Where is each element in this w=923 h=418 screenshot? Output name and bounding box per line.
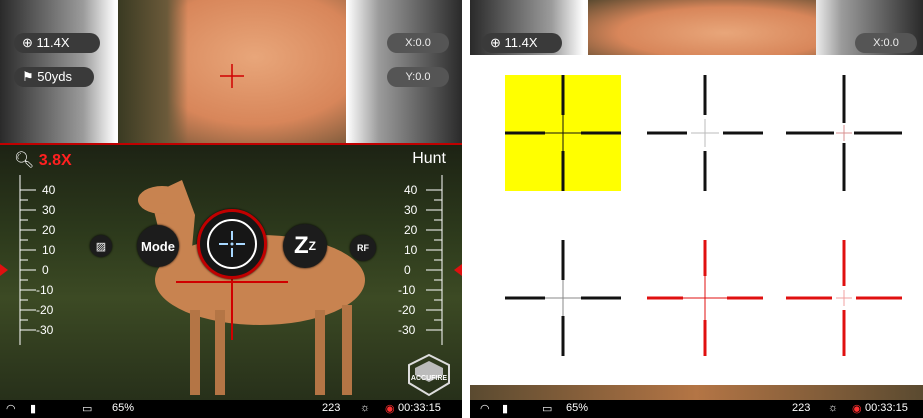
reticle-option-5[interactable] [647, 240, 763, 356]
status-count: 223 [792, 402, 811, 414]
zoom-view [588, 0, 816, 55]
scale-label: 40 [42, 183, 56, 197]
record-time: 00:33:15 [398, 402, 441, 414]
distance-label: 50yds [37, 69, 72, 84]
magnification-value: 3.8X [38, 152, 72, 169]
rangefinder-button[interactable]: RF [350, 235, 376, 261]
crosshair-icon [219, 231, 245, 257]
reticle-option-6[interactable] [786, 240, 902, 356]
zoom-crosshair [220, 64, 244, 88]
scale-label: 20 [42, 223, 56, 237]
battery-icon: ▭ [82, 403, 93, 415]
zoom-label: 11.4X [36, 35, 70, 50]
scale-label: 0 [404, 263, 411, 277]
magnification-readout: 🔍︎ 3.8X [14, 150, 72, 170]
sd-card-icon: ▮ [30, 403, 37, 415]
x-offset-pill: X:0.0 [387, 33, 449, 53]
zoom-label: 11.4X [504, 35, 538, 50]
scale-label: 30 [42, 203, 56, 217]
magnify-icon: ⊕ [490, 35, 501, 50]
reticle-option-4[interactable] [505, 240, 621, 356]
scale-label: 0 [42, 263, 49, 277]
right-zero-marker [454, 264, 462, 276]
brightness-icon: ☼ [828, 402, 839, 414]
battery-icon: ▭ [542, 403, 553, 415]
scale-label: -10 [398, 283, 416, 297]
scale-label: 40 [404, 183, 418, 197]
status-bar: ◠ ▮ ▭ 65% 223 ☼ ◉ 00:33:15 [0, 400, 462, 418]
sleep-button[interactable]: ZZ [283, 224, 327, 268]
logo-text: ACCUFIRE [410, 375, 448, 382]
zoom-view [118, 0, 346, 143]
scale-label: 10 [42, 243, 56, 257]
wifi-icon: ◠ [480, 403, 490, 415]
main-view-screen: ⊕ 11.4X ⚑ 50yds X:0.0 Y:0.0 🔍︎ 3.8X Hunt [0, 0, 462, 418]
reticle-option-1[interactable] [505, 75, 621, 191]
record-time: 00:33:15 [865, 402, 908, 414]
scale-label: -20 [398, 303, 416, 317]
record-icon: ◉ [852, 403, 862, 415]
scale-label: 20 [404, 223, 418, 237]
flag-icon: ⚑ [22, 69, 34, 84]
left-elevation-scale [14, 175, 54, 345]
scale-label: -30 [36, 323, 54, 337]
mode-name: Hunt [412, 150, 446, 167]
image-icon: ▨ [95, 240, 107, 253]
sleep-label: Z [293, 232, 309, 259]
wifi-icon: ◠ [6, 403, 16, 415]
status-bar: ◠ ▮ ▭ 65% 223 ☼ ◉ 00:33:15 [470, 400, 923, 418]
distance-pill: ⚑ 50yds [14, 67, 94, 87]
accufire-logo: ACCUFIRE [405, 353, 453, 397]
status-count: 223 [322, 402, 341, 414]
y-offset-pill: Y:0.0 [387, 67, 449, 87]
magnify-icon: ⊕ [22, 35, 33, 50]
reticle-select-button[interactable] [197, 209, 267, 279]
battery-level: 65% [112, 402, 135, 414]
zoom-pill: ⊕ 11.4X [482, 33, 562, 53]
scale-label: -30 [398, 323, 416, 337]
picture-button[interactable]: ▨ [90, 235, 112, 257]
sd-card-icon: ▮ [502, 403, 509, 415]
scale-label: -10 [36, 283, 54, 297]
brightness-icon: ☼ [360, 402, 371, 414]
reticle-grid [470, 55, 923, 385]
scale-label: 10 [404, 243, 418, 257]
battery-level: 65% [566, 402, 589, 414]
record-icon: ◉ [385, 403, 395, 415]
scene-strip [470, 385, 923, 400]
left-zero-marker [0, 264, 8, 276]
reticle-option-2[interactable] [647, 75, 763, 191]
x-offset-pill: X:0.0 [855, 33, 917, 53]
sleep-sup: Z [308, 239, 316, 253]
search-icon: 🔍︎ [14, 152, 35, 169]
right-elevation-scale [408, 175, 448, 345]
zoom-pill: ⊕ 11.4X [14, 33, 100, 53]
scale-label: 30 [404, 203, 418, 217]
mode-button[interactable]: Mode [137, 225, 179, 267]
scale-label: -20 [36, 303, 54, 317]
reticle-option-3[interactable] [786, 75, 902, 191]
reticle-menu-screen: ⊕ 11.4X X:0.0 ◠ ▮ ▭ 65% 223 ☼ ◉ 00:33:15 [470, 0, 923, 418]
